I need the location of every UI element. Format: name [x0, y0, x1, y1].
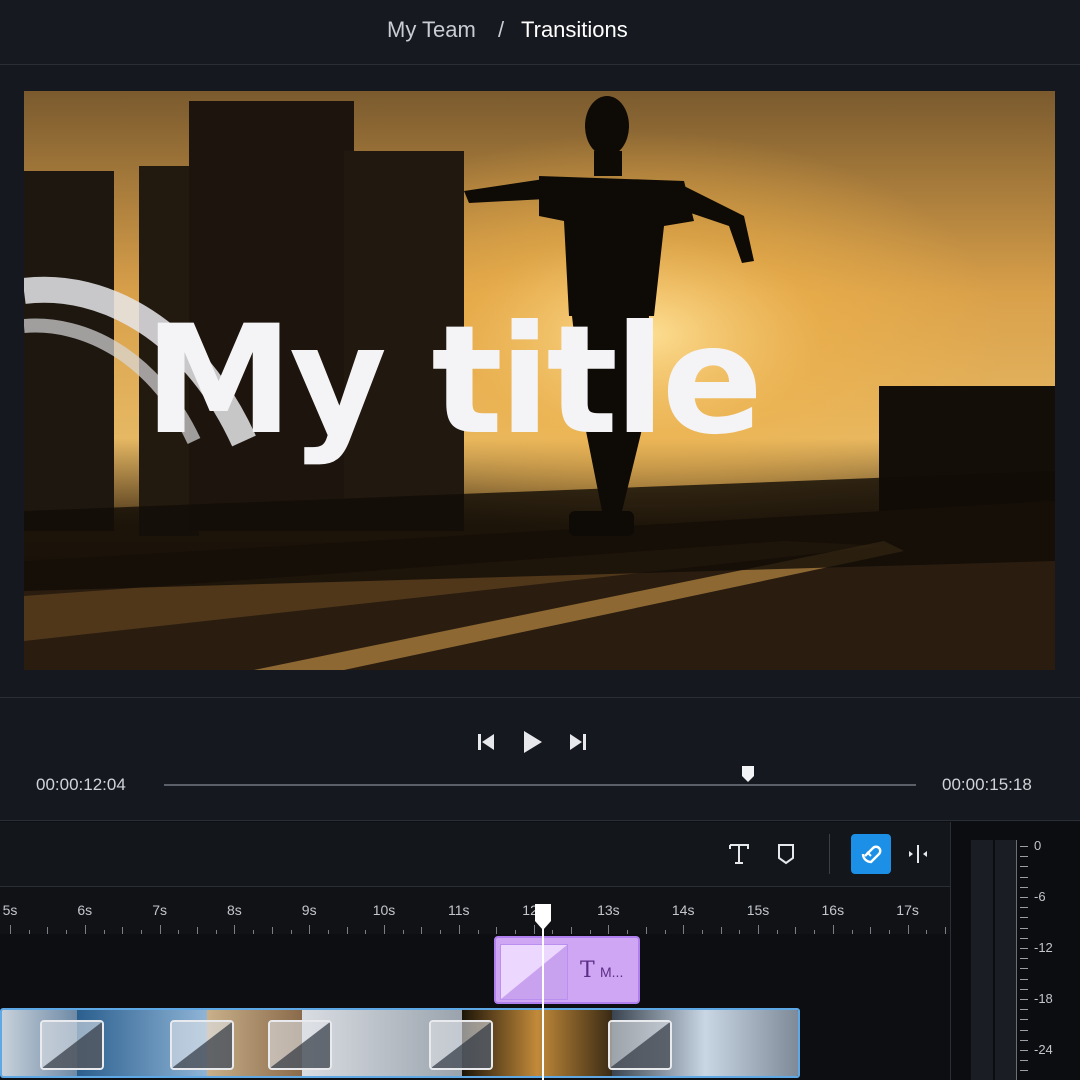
- skip-back-button[interactable]: [474, 728, 502, 756]
- ruler-label: 16s: [821, 902, 845, 918]
- toolbar-divider: [829, 834, 830, 874]
- meter-tick: [1020, 887, 1028, 888]
- ruler-label: 11s: [448, 902, 470, 918]
- meter-label: -6: [1034, 889, 1046, 904]
- meter-tick: [1020, 1050, 1028, 1051]
- text-tool-button[interactable]: [723, 838, 755, 870]
- meter-tick: [1020, 866, 1028, 867]
- marker-icon: [778, 844, 794, 865]
- meter-tick: [1020, 1009, 1028, 1010]
- meter-tick: [1020, 856, 1028, 857]
- skip-forward-icon: [570, 734, 586, 750]
- meter-scale: [1016, 840, 1021, 1080]
- header-bar: My Team / Transitions: [0, 0, 1080, 65]
- meter-tick: [1020, 968, 1028, 969]
- split-tool-button[interactable]: [902, 838, 934, 870]
- marker-tool-button[interactable]: [770, 838, 802, 870]
- transition-marker[interactable]: [608, 1020, 672, 1070]
- play-icon: [524, 731, 542, 753]
- ruler-label: 14s: [671, 902, 695, 918]
- meter-label: -24: [1034, 1042, 1053, 1057]
- magnet-icon: [861, 845, 882, 864]
- meter-tick: [1020, 958, 1028, 959]
- breadcrumb-current-page: Transitions: [521, 17, 628, 42]
- scrub-bar[interactable]: [164, 784, 916, 786]
- meter-tick: [1020, 846, 1028, 847]
- meter-tick: [1020, 907, 1028, 908]
- title-clip[interactable]: T M...: [494, 936, 640, 1004]
- preview-panel: My title: [0, 65, 1080, 697]
- skip-forward-button[interactable]: [564, 728, 592, 756]
- meter-left-channel: [971, 840, 993, 1080]
- meter-label: 0: [1034, 838, 1042, 853]
- preview-overlay-title: My title: [144, 294, 763, 468]
- meter-tick: [1020, 1040, 1028, 1041]
- meter-tick: [1020, 948, 1028, 949]
- ruler-label: 5s: [2, 902, 18, 918]
- transition-marker[interactable]: [170, 1020, 234, 1070]
- audio-meter: [950, 822, 1080, 1080]
- title-clip-label: M...: [600, 964, 624, 980]
- meter-label: -12: [1034, 940, 1053, 955]
- breadcrumb-team[interactable]: My Team: [387, 17, 476, 43]
- meter-tick: [1020, 1070, 1028, 1071]
- text-icon: [729, 844, 749, 864]
- video-track: [0, 1006, 950, 1080]
- meter-tick: [1020, 938, 1028, 939]
- ruler-label: 6s: [77, 902, 93, 918]
- ruler-label: 7s: [152, 902, 167, 918]
- meter-tick: [1020, 1030, 1028, 1031]
- meter-tick: [1020, 1060, 1028, 1061]
- snap-toggle-button[interactable]: [851, 834, 891, 874]
- transition-marker[interactable]: [268, 1020, 332, 1070]
- scrub-handle[interactable]: [741, 765, 755, 783]
- playhead-icon: [535, 904, 551, 930]
- ruler-label: 8s: [226, 902, 242, 918]
- meter-tick: [1020, 928, 1028, 929]
- title-clip-thumbnail: [500, 944, 568, 1000]
- title-track: T M...: [0, 934, 950, 1006]
- title-clip-text-icon: T: [580, 958, 595, 983]
- meter-right-channel: [995, 840, 1017, 1080]
- ruler-label: 10s: [372, 902, 396, 918]
- transition-marker[interactable]: [429, 1020, 493, 1070]
- meter-label: -18: [1034, 991, 1053, 1006]
- ruler-label: 17s: [896, 902, 919, 918]
- meter-tick: [1020, 999, 1028, 1000]
- total-timecode: 00:00:15:18: [942, 775, 1032, 794]
- transport-controls: 00:00:12:04 00:00:15:18: [0, 698, 1080, 820]
- meter-tick: [1020, 989, 1028, 990]
- skip-back-icon: [478, 734, 494, 750]
- split-icon: [909, 845, 927, 863]
- timeline-ruler[interactable]: 5s 6s 7s 8s 9s 10s 11s 12s 13s 14s 15s 16s 17s: [0, 886, 950, 935]
- meter-tick: [1020, 877, 1028, 878]
- ruler-label: 15s: [746, 902, 770, 918]
- scrub-handle-icon: [742, 766, 754, 782]
- meter-tick: [1020, 917, 1028, 918]
- breadcrumb-separator: /: [498, 17, 505, 42]
- play-button[interactable]: [518, 728, 546, 756]
- ruler-label: 13s: [597, 902, 620, 918]
- current-timecode: 00:00:12:04: [36, 775, 126, 794]
- transition-marker[interactable]: [40, 1020, 104, 1070]
- timeline-toolbar: [0, 822, 950, 886]
- playhead-handle[interactable]: [534, 903, 552, 931]
- meter-tick: [1020, 1019, 1028, 1020]
- meter-tick: [1020, 897, 1028, 898]
- meter-tick: [1020, 979, 1028, 980]
- divider: [0, 820, 1080, 821]
- video-preview[interactable]: My title: [24, 91, 1055, 670]
- playhead-line[interactable]: [542, 905, 544, 1080]
- ruler-label: 9s: [301, 902, 317, 918]
- video-clip[interactable]: [0, 1008, 800, 1078]
